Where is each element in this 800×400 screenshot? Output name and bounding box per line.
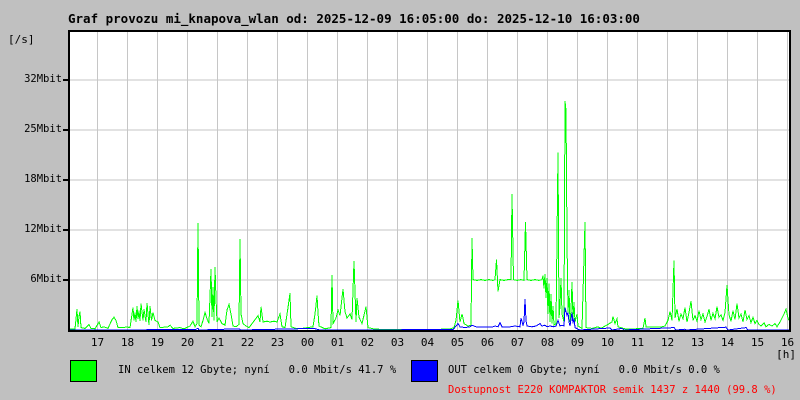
- x-tick-label: 01: [330, 336, 345, 349]
- x-tick-label: 23: [270, 336, 285, 349]
- x-tick-label: 21: [210, 336, 225, 349]
- x-tick-label: 18: [120, 336, 135, 349]
- x-tick-label: 22: [240, 336, 255, 349]
- plot-background: [70, 32, 789, 330]
- x-tick-label: 07: [510, 336, 525, 349]
- x-tick-label: 05: [450, 336, 465, 349]
- legend-out-swatch: [411, 360, 438, 382]
- x-tick-label: 06: [480, 336, 495, 349]
- legend-in-swatch: [70, 360, 97, 382]
- x-tick-label: 12: [660, 336, 675, 349]
- x-tick-label: 03: [390, 336, 405, 349]
- y-tick-mark: [63, 79, 68, 81]
- y-tick-label: 12Mbit: [24, 223, 62, 235]
- legend-out-label: OUT celkem 0 Gbyte; nyní 0.0 Mbit/s 0.0 …: [448, 364, 720, 376]
- x-tick-label: 00: [300, 336, 315, 349]
- y-tick-label: 6Mbit: [30, 273, 62, 285]
- x-tick-label: 08: [540, 336, 555, 349]
- mrtg-traffic-graph-page: Graf provozu mi_knapova_wlan od: 2025-12…: [0, 0, 800, 400]
- x-tick-label: 14: [720, 336, 735, 349]
- x-tick-label: 17: [90, 336, 105, 349]
- x-tick-label: 10: [600, 336, 615, 349]
- y-tick-mark: [63, 179, 68, 181]
- y-tick-mark: [63, 129, 68, 131]
- x-tick-label: 11: [630, 336, 645, 349]
- x-tick-label: 13: [690, 336, 705, 349]
- x-tick-label: 04: [420, 336, 435, 349]
- x-tick-label: 09: [570, 336, 585, 349]
- y-tick-mark: [63, 279, 68, 281]
- x-axis-unit-label: [h]: [776, 348, 796, 361]
- legend-in-label: IN celkem 12 Gbyte; nyní 0.0 Mbit/s 41.7…: [118, 364, 397, 376]
- y-tick-mark: [63, 229, 68, 231]
- x-tick-label: 20: [180, 336, 195, 349]
- y-tick-label: 25Mbit: [24, 123, 62, 135]
- traffic-chart: [70, 32, 789, 330]
- y-tick-label: 18Mbit: [24, 173, 62, 185]
- y-axis-unit-label: [/s]: [8, 33, 35, 46]
- y-tick-label: 32Mbit: [24, 73, 62, 85]
- page-title: Graf provozu mi_knapova_wlan od: 2025-12…: [68, 11, 640, 26]
- x-tick-label: 19: [150, 336, 165, 349]
- availability-text: Dostupnost E220 KOMPAKTOR semik 1437 z 1…: [448, 384, 777, 396]
- chart-plot-area: [68, 30, 791, 332]
- x-tick-label: 02: [360, 336, 375, 349]
